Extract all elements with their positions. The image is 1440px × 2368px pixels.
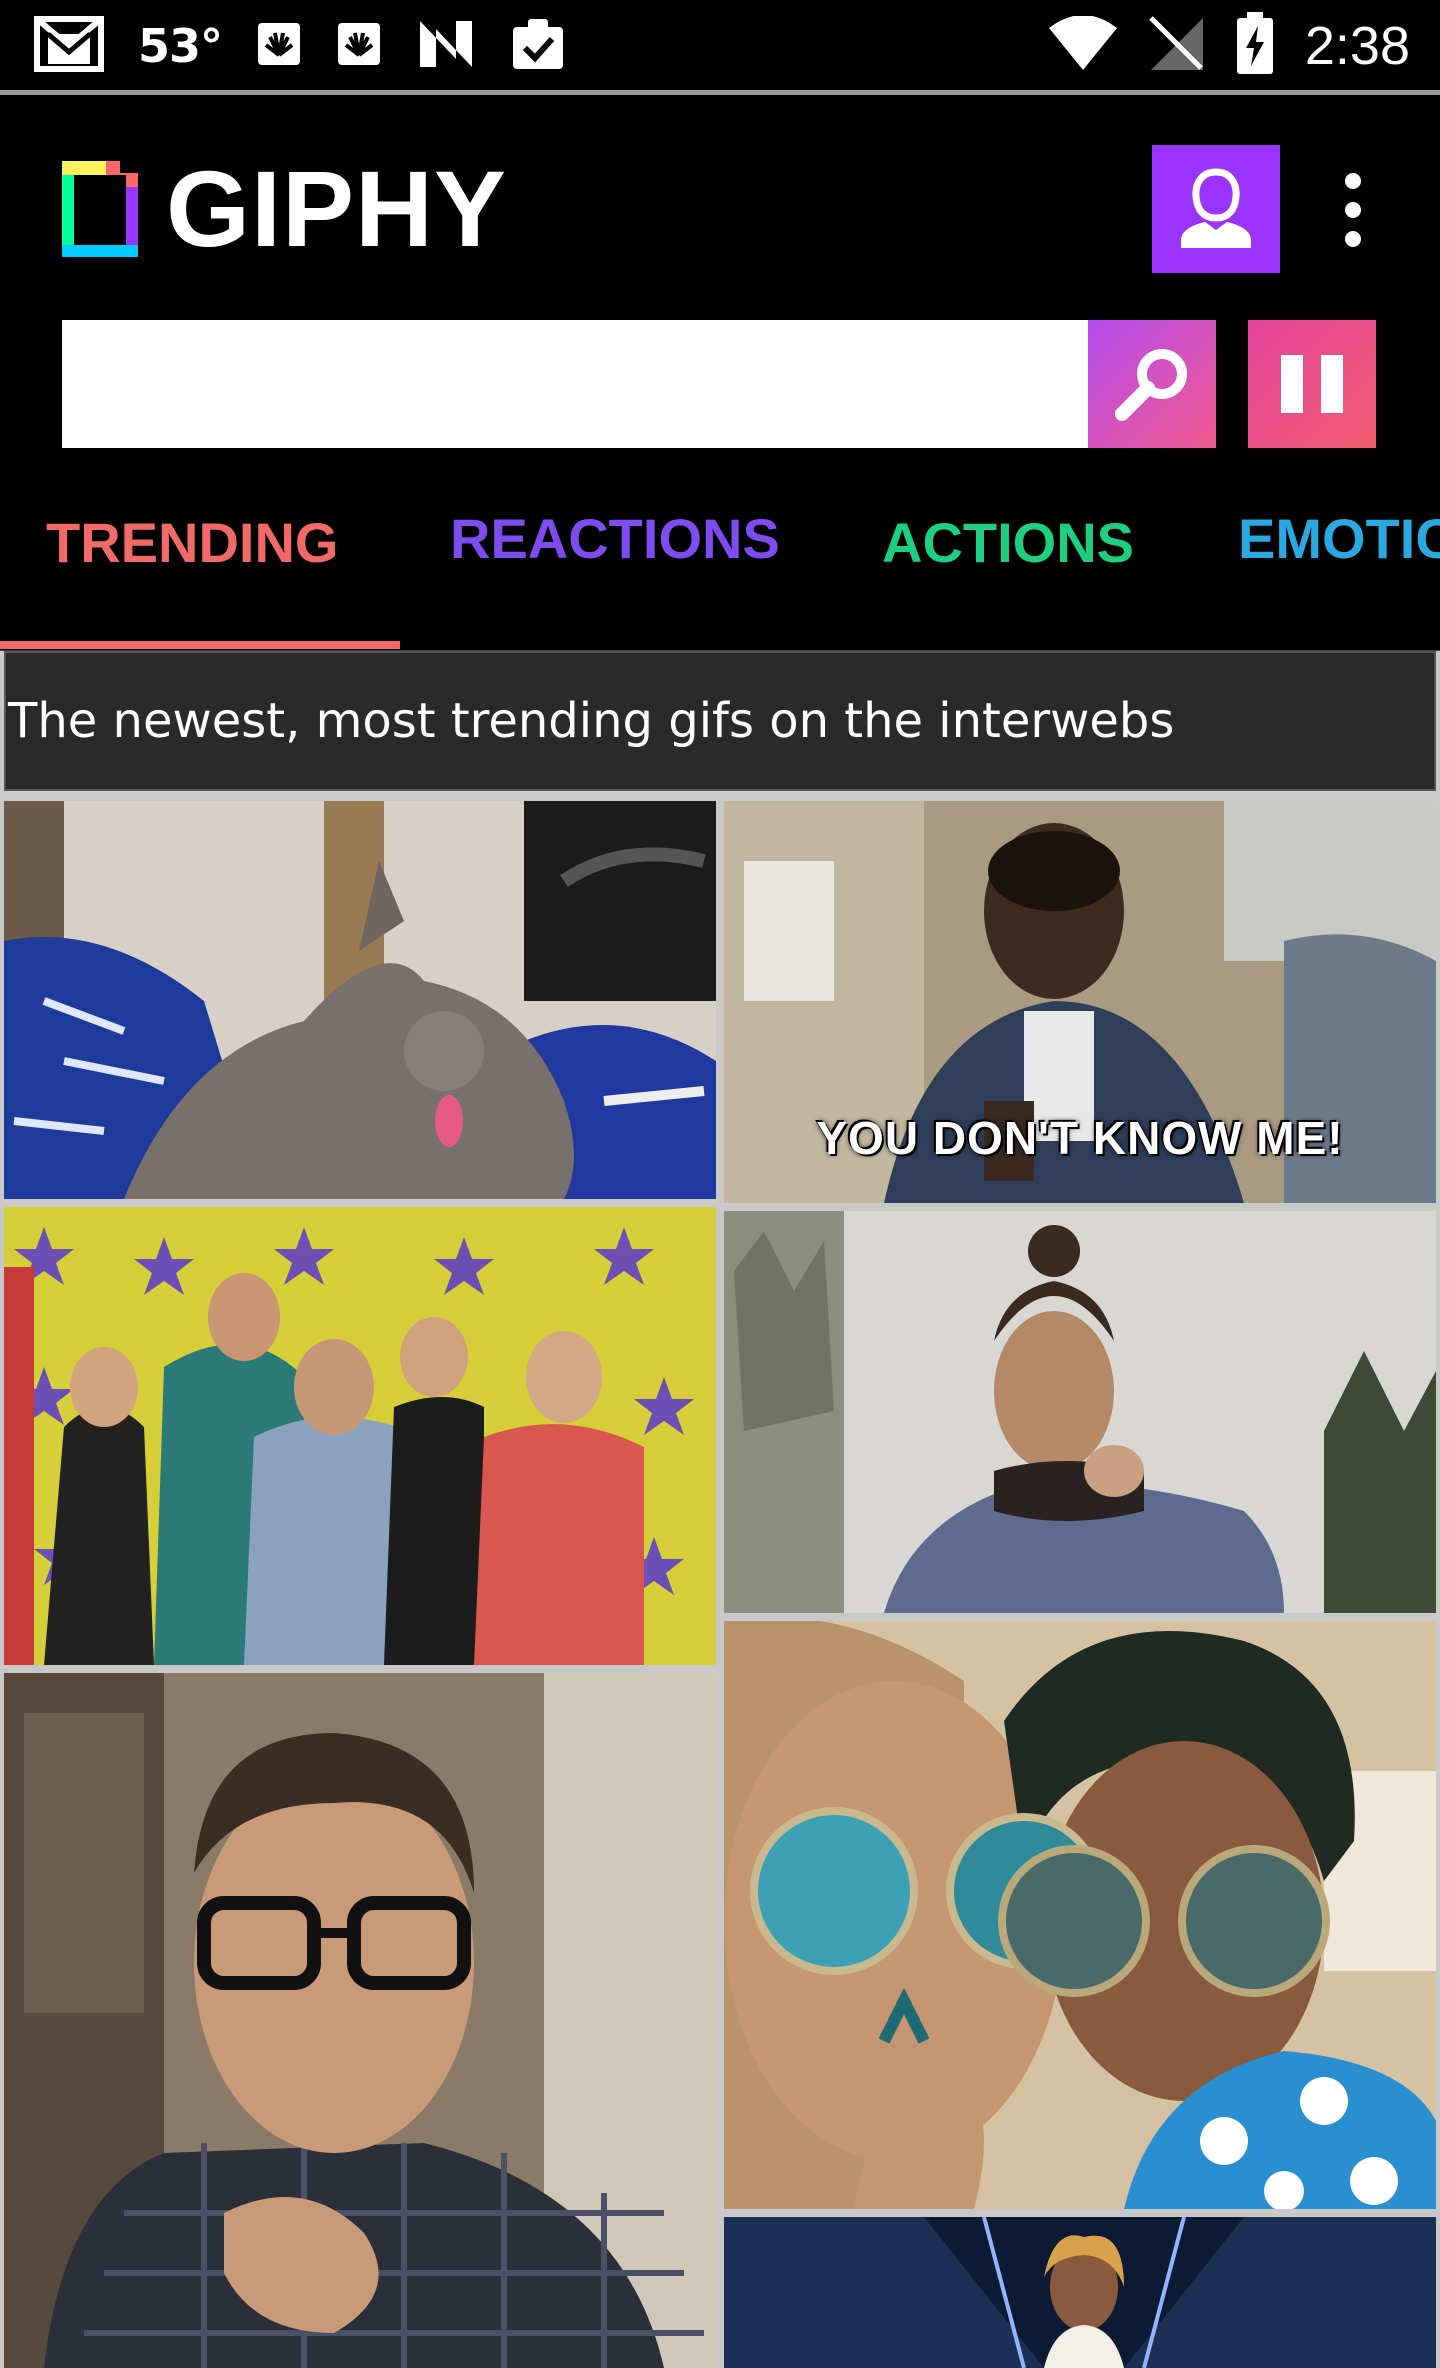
gif-woman-outdoors[interactable] bbox=[724, 1211, 1436, 1613]
status-bar-right: 2:38 bbox=[1047, 12, 1410, 80]
gif-caption: YOU DON'T KNOW ME! bbox=[816, 1112, 1344, 1164]
wifi-icon bbox=[1047, 15, 1119, 76]
dot-icon bbox=[1345, 173, 1361, 189]
status-bar-left: 53° bbox=[34, 14, 566, 78]
tab-actions[interactable]: ACTIONS bbox=[882, 510, 1134, 575]
profile-button[interactable] bbox=[1152, 145, 1280, 273]
clipboard-check-icon bbox=[510, 17, 566, 75]
gif-stage-performer[interactable] bbox=[724, 2217, 1436, 2368]
n-icon bbox=[416, 19, 476, 73]
clock-text: 2:38 bbox=[1304, 16, 1410, 76]
giphy-logo[interactable]: GIPHY bbox=[62, 155, 507, 263]
gif-feed[interactable]: The newest, most trending gifs on the in… bbox=[0, 651, 1440, 2368]
gif-group-stars[interactable] bbox=[4, 1207, 716, 1665]
temperature-text: 53° bbox=[138, 19, 223, 73]
huawei-icon bbox=[336, 21, 382, 71]
pause-icon bbox=[1321, 355, 1343, 413]
giphy-logo-text: GIPHY bbox=[166, 148, 508, 269]
more-options-button[interactable] bbox=[1330, 165, 1376, 255]
giphy-logo-icon bbox=[62, 161, 138, 257]
gmail-icon bbox=[34, 16, 104, 76]
status-bar: 53° 2:38 bbox=[0, 0, 1440, 92]
gif-sunglasses-duo[interactable] bbox=[724, 1621, 1436, 2209]
search-button[interactable] bbox=[1088, 320, 1216, 448]
category-tabs: TRENDING REACTIONS ACTIONS EMOTIC bbox=[0, 470, 1440, 650]
tab-reactions[interactable]: REACTIONS bbox=[450, 506, 780, 571]
gif-cat[interactable] bbox=[4, 801, 716, 1199]
user-icon bbox=[1181, 168, 1251, 248]
pause-icon bbox=[1281, 355, 1303, 413]
banner-text: The newest, most trending gifs on the in… bbox=[8, 693, 1175, 749]
gif-man-glasses[interactable] bbox=[4, 1673, 716, 2368]
search-input[interactable] bbox=[62, 320, 1088, 448]
dot-icon bbox=[1345, 202, 1361, 218]
section-banner: The newest, most trending gifs on the in… bbox=[4, 651, 1436, 791]
tab-selected-indicator bbox=[0, 641, 400, 649]
dot-icon bbox=[1345, 231, 1361, 247]
pause-button[interactable] bbox=[1248, 320, 1376, 448]
gif-man-couch[interactable]: YOU DON'T KNOW ME! bbox=[724, 801, 1436, 1203]
tab-trending[interactable]: TRENDING bbox=[46, 510, 338, 575]
search-icon bbox=[1115, 349, 1187, 421]
battery-charging-icon bbox=[1235, 12, 1275, 80]
huawei-icon bbox=[256, 21, 302, 71]
no-signal-icon bbox=[1149, 16, 1205, 76]
tab-emotions[interactable]: EMOTIC bbox=[1238, 506, 1440, 571]
